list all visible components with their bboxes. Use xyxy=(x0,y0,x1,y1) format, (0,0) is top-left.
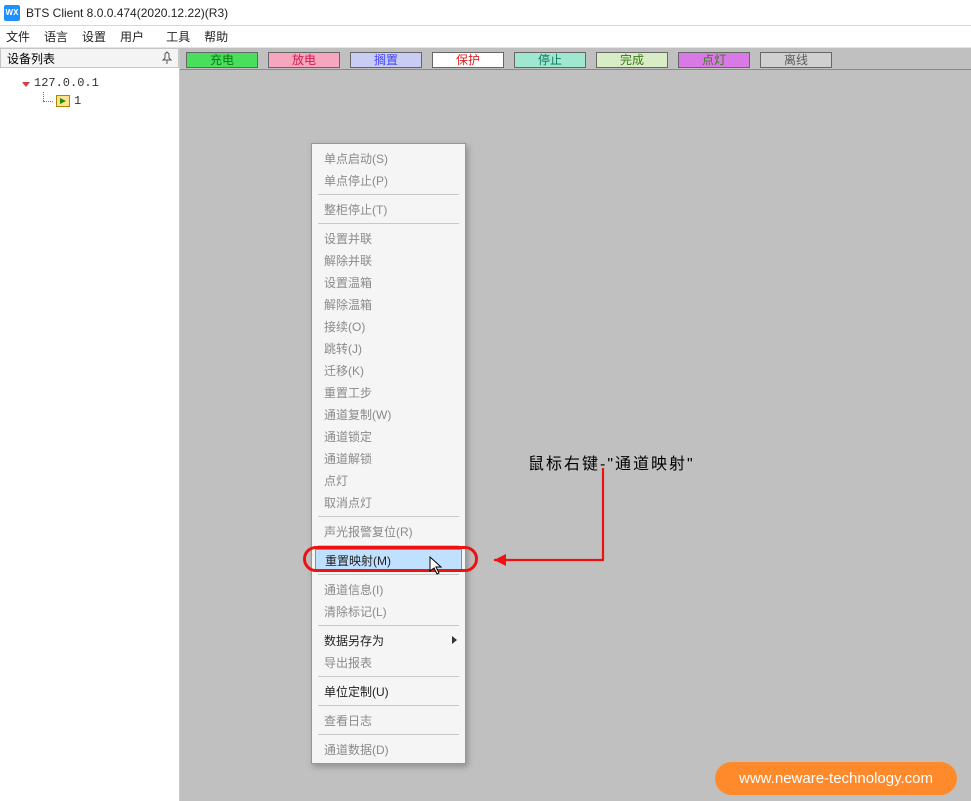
status-button[interactable]: 离线 xyxy=(760,52,832,68)
context-menu-separator xyxy=(318,625,459,626)
context-menu-item-label: 解除温箱 xyxy=(324,296,372,313)
menu-item[interactable]: 工具 xyxy=(166,28,190,45)
status-button[interactable]: 停止 xyxy=(514,52,586,68)
context-menu-item[interactable]: 数据另存为 xyxy=(314,629,463,651)
context-menu-item: 解除温箱 xyxy=(314,293,463,315)
context-menu-separator xyxy=(318,676,459,677)
context-menu-item: 声光报警复位(R) xyxy=(314,520,463,542)
tree-leaf-label: 1 xyxy=(74,94,81,108)
context-menu-item-label: 单点停止(P) xyxy=(324,172,388,189)
context-menu-item: 接续(O) xyxy=(314,315,463,337)
context-menu-item-label: 点灯 xyxy=(324,472,348,489)
context-menu-item: 取消点灯 xyxy=(314,491,463,513)
device-list-panel: 设备列表 127.0.0.1 1 xyxy=(0,48,180,801)
context-menu-item-label: 通道锁定 xyxy=(324,428,372,445)
context-menu-item: 单点启动(S) xyxy=(314,147,463,169)
menu-item[interactable]: 用户 xyxy=(120,28,144,45)
context-menu-item-label: 跳转(J) xyxy=(324,340,362,357)
menu-item[interactable]: 文件 xyxy=(6,28,30,45)
context-menu-separator xyxy=(318,223,459,224)
context-menu-item[interactable]: 单位定制(U) xyxy=(314,680,463,702)
status-button[interactable]: 充电 xyxy=(186,52,258,68)
tree-branch-icon xyxy=(40,92,56,110)
context-menu-item-label: 设置并联 xyxy=(324,230,372,247)
context-menu-item: 通道解锁 xyxy=(314,447,463,469)
context-menu-item-label: 设置温箱 xyxy=(324,274,372,291)
context-menu-item-label: 解除并联 xyxy=(324,252,372,269)
context-menu-item-label: 单位定制(U) xyxy=(324,683,389,700)
context-menu: 单点启动(S) 单点停止(P) 整柜停止(T) 设置并联解除并联设置温箱解除温箱接续(… xyxy=(311,143,466,764)
context-menu-item: 通道信息(I) xyxy=(314,578,463,600)
tree-root-label: 127.0.0.1 xyxy=(34,76,99,90)
context-menu-item: 点灯 xyxy=(314,469,463,491)
context-menu-item: 解除并联 xyxy=(314,249,463,271)
channel-icon xyxy=(56,95,70,107)
annotation-text: 鼠标右键-"通道映射" xyxy=(528,450,695,474)
context-menu-item: 跳转(J) xyxy=(314,337,463,359)
status-button[interactable]: 保护 xyxy=(432,52,504,68)
watermark-link[interactable]: www.neware-technology.com xyxy=(715,762,957,795)
context-menu-item-label: 导出报表 xyxy=(324,654,372,671)
context-menu-item-label: 重置映射(M) xyxy=(325,552,391,569)
context-menu-item: 设置温箱 xyxy=(314,271,463,293)
context-menu-item: 整柜停止(T) xyxy=(314,198,463,220)
context-menu-item-label: 整柜停止(T) xyxy=(324,201,387,218)
submenu-arrow-icon xyxy=(452,636,457,644)
context-menu-item: 通道锁定 xyxy=(314,425,463,447)
status-button[interactable]: 完成 xyxy=(596,52,668,68)
main-pane: 充电放电搁置保护停止完成点灯离线 xyxy=(180,48,971,801)
context-menu-item-label: 通道解锁 xyxy=(324,450,372,467)
annotation-arrow xyxy=(478,468,618,568)
context-menu-separator xyxy=(318,516,459,517)
context-menu-separator xyxy=(318,545,459,546)
context-menu-item: 查看日志 xyxy=(314,709,463,731)
context-menu-item: 重置工步 xyxy=(314,381,463,403)
app-icon: WX xyxy=(4,5,20,21)
context-menu-item-label: 通道复制(W) xyxy=(324,406,391,423)
pin-icon[interactable] xyxy=(160,51,174,65)
device-list-header: 设备列表 xyxy=(0,48,179,68)
context-menu-item: 设置并联 xyxy=(314,227,463,249)
context-menu-item: 清除标记(L) xyxy=(314,600,463,622)
status-strip: 充电放电搁置保护停止完成点灯离线 xyxy=(180,48,971,70)
menubar: 文件语言设置用户 工具帮助 xyxy=(0,26,971,48)
context-menu-separator xyxy=(318,734,459,735)
context-menu-item-label: 取消点灯 xyxy=(324,494,372,511)
context-menu-item-label: 重置工步 xyxy=(324,384,372,401)
menu-item[interactable]: 帮助 xyxy=(204,28,228,45)
context-menu-separator xyxy=(318,574,459,575)
context-menu-item: 单点停止(P) xyxy=(314,169,463,191)
status-button[interactable]: 搁置 xyxy=(350,52,422,68)
context-menu-item-label: 数据另存为 xyxy=(324,632,384,649)
context-menu-item-label: 清除标记(L) xyxy=(324,603,387,620)
context-menu-item-label: 迁移(K) xyxy=(324,362,364,379)
context-menu-item-label: 接续(O) xyxy=(324,318,365,335)
context-menu-item-label: 单点启动(S) xyxy=(324,150,388,167)
menu-item[interactable]: 语言 xyxy=(44,28,68,45)
workspace: 设备列表 127.0.0.1 1 充电放电搁置保护停止完成点灯离线 xyxy=(0,48,971,801)
device-tree: 127.0.0.1 1 xyxy=(0,68,179,801)
context-menu-separator xyxy=(318,194,459,195)
context-menu-item-label: 查看日志 xyxy=(324,712,372,729)
context-menu-item-label: 通道数据(D) xyxy=(324,741,389,758)
titlebar: WX BTS Client 8.0.0.474(2020.12.22)(R3) xyxy=(0,0,971,26)
context-menu-item: 通道数据(D) xyxy=(314,738,463,760)
context-menu-item[interactable]: 重置映射(M) xyxy=(315,549,462,571)
context-menu-separator xyxy=(318,705,459,706)
tree-leaf[interactable]: 1 xyxy=(4,92,175,110)
context-menu-item: 导出报表 xyxy=(314,651,463,673)
device-list-title: 设备列表 xyxy=(7,50,55,67)
expand-arrow-icon xyxy=(22,82,30,87)
context-menu-item: 迁移(K) xyxy=(314,359,463,381)
context-menu-item-label: 声光报警复位(R) xyxy=(324,523,413,540)
status-button[interactable]: 放电 xyxy=(268,52,340,68)
status-button[interactable]: 点灯 xyxy=(678,52,750,68)
menu-item[interactable]: 设置 xyxy=(82,28,106,45)
tree-root[interactable]: 127.0.0.1 xyxy=(4,74,175,92)
context-menu-item: 通道复制(W) xyxy=(314,403,463,425)
window-title: BTS Client 8.0.0.474(2020.12.22)(R3) xyxy=(26,6,228,20)
context-menu-item-label: 通道信息(I) xyxy=(324,581,383,598)
